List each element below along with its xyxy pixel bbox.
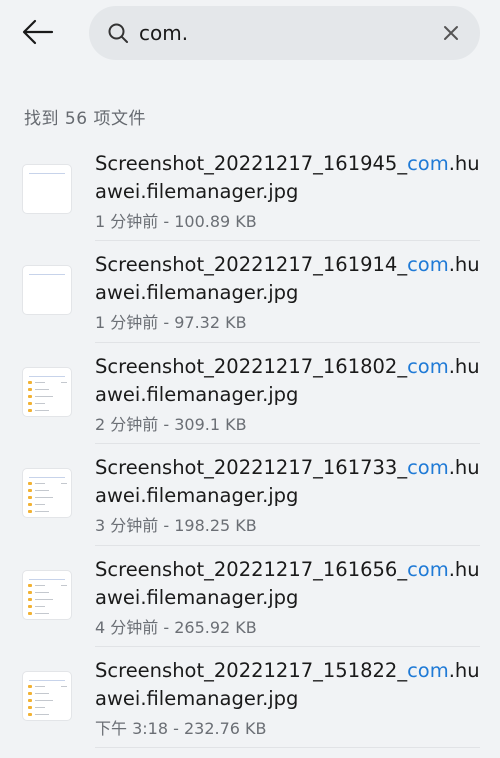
file-meta: 4 分钟前 - 265.92 KB xyxy=(95,617,257,637)
file-meta: 2 分钟前 - 309.1 KB xyxy=(95,414,247,434)
divider xyxy=(95,747,480,749)
file-size: 309.1 KB xyxy=(174,414,247,434)
file-thumbnail xyxy=(22,468,72,519)
file-size: 100.89 KB xyxy=(174,212,257,231)
file-name: Screenshot_20221217_161945_com.huawei.fi… xyxy=(95,152,480,203)
file-meta: 下午 3:18 - 232.76 KB xyxy=(95,718,267,738)
file-list: Screenshot_20221217_161945_com.huawei.fi… xyxy=(0,140,500,749)
file-name: Screenshot_20221217_161802_com.huawei.fi… xyxy=(95,354,480,406)
file-name: Screenshot_20221217_161656_com.huawei.fi… xyxy=(95,557,480,609)
match-highlight: com xyxy=(407,152,449,175)
result-count: 找到 56 项文件 xyxy=(24,109,146,129)
file-name: Screenshot_20221217_151822_com.huawei.fi… xyxy=(95,658,480,710)
file-row[interactable]: Screenshot_20221217_161945_com.huawei.fi… xyxy=(0,140,500,242)
file-time: 1 分钟前 xyxy=(95,212,159,231)
file-time: 4 分钟前 xyxy=(95,617,159,637)
file-size: 97.32 KB xyxy=(174,313,247,333)
file-thumbnail xyxy=(22,265,72,316)
match-highlight: com xyxy=(407,354,449,378)
match-highlight: com xyxy=(407,557,449,581)
match-highlight: com xyxy=(407,456,449,480)
top-bar xyxy=(0,0,500,66)
file-name: Screenshot_20221217_161733_com.huawei.fi… xyxy=(95,456,480,508)
search-icon xyxy=(108,23,128,43)
file-row[interactable]: Screenshot_20221217_161733_com.huawei.fi… xyxy=(0,444,500,546)
match-highlight: com xyxy=(407,658,449,682)
close-icon[interactable] xyxy=(440,22,462,44)
file-name: Screenshot_20221217_161914_com.huawei.fi… xyxy=(95,253,480,305)
file-row[interactable]: Screenshot_20221217_151822_com.huawei.fi… xyxy=(0,647,500,749)
file-meta: 1 分钟前 - 97.32 KB xyxy=(95,313,247,333)
file-size: 232.76 KB xyxy=(183,718,267,738)
file-thumbnail xyxy=(22,366,72,417)
back-button[interactable] xyxy=(18,12,58,52)
file-time: 1 分钟前 xyxy=(95,313,159,333)
file-time: 3 分钟前 xyxy=(95,516,159,536)
file-row[interactable]: Screenshot_20221217_161914_com.huawei.fi… xyxy=(0,241,500,343)
file-size: 265.92 KB xyxy=(174,617,257,637)
match-highlight: com xyxy=(407,253,449,277)
file-thumbnail xyxy=(22,569,72,620)
search-input[interactable] xyxy=(139,16,429,50)
file-meta: 3 分钟前 - 198.25 KB xyxy=(95,516,257,536)
back-arrow-icon xyxy=(22,19,54,45)
file-row[interactable]: Screenshot_20221217_161802_com.huawei.fi… xyxy=(0,343,500,445)
search-box[interactable] xyxy=(89,6,480,60)
file-size: 198.25 KB xyxy=(174,516,257,536)
file-time: 下午 3:18 xyxy=(95,718,174,738)
file-row[interactable]: Screenshot_20221217_161656_com.huawei.fi… xyxy=(0,546,500,647)
file-time: 2 分钟前 xyxy=(95,414,159,434)
file-meta: 1 分钟前 - 100.89 KB xyxy=(95,212,257,231)
file-thumbnail xyxy=(22,670,72,721)
file-thumbnail xyxy=(22,164,72,214)
